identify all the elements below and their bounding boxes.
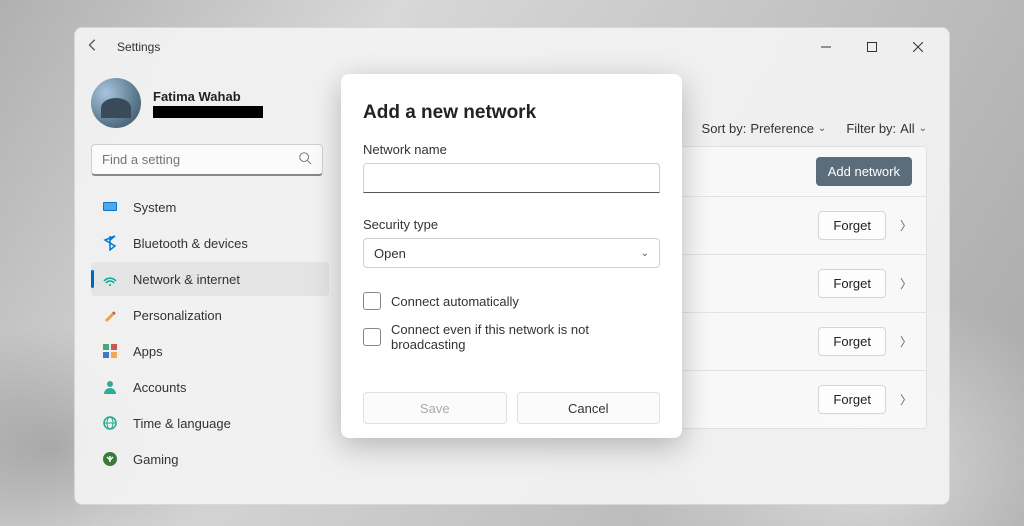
chevron-down-icon: ⌄ (818, 123, 826, 134)
sidebar-item-time[interactable]: Time & language (91, 406, 329, 440)
filter-by-dropdown[interactable]: Filter by: All ⌄ (846, 121, 927, 136)
add-network-button[interactable]: Add network (816, 157, 912, 186)
gaming-icon (101, 450, 119, 468)
accounts-icon (101, 378, 119, 396)
chevron-right-icon[interactable]: 〉 (900, 217, 912, 234)
avatar (91, 78, 141, 128)
dialog-title: Add a new network (363, 102, 660, 124)
dialog-actions: Save Cancel (363, 392, 660, 424)
bluetooth-icon (101, 234, 119, 252)
checkbox-icon (363, 328, 381, 346)
checkbox-label: Connect automatically (391, 294, 519, 309)
nav-label: Accounts (133, 380, 186, 395)
save-button[interactable]: Save (363, 392, 507, 424)
search-input[interactable] (102, 152, 298, 167)
system-icon (101, 198, 119, 216)
add-network-dialog: Add a new network Network name Security … (341, 74, 682, 438)
nav-label: Network & internet (133, 272, 240, 287)
chevron-right-icon[interactable]: 〉 (900, 275, 912, 292)
chevron-down-icon: ⌄ (919, 123, 927, 134)
nav-label: Time & language (133, 416, 231, 431)
network-name-input[interactable] (363, 163, 660, 193)
window-title: Settings (117, 40, 160, 54)
sidebar-item-system[interactable]: System (91, 190, 329, 224)
nav-label: Bluetooth & devices (133, 236, 248, 251)
minimize-button[interactable] (803, 31, 849, 63)
nav-label: Gaming (133, 452, 179, 467)
apps-icon (101, 342, 119, 360)
sort-label: Sort by: (702, 121, 747, 136)
sort-value: Preference (750, 121, 814, 136)
nav-label: Apps (133, 344, 163, 359)
sidebar-item-gaming[interactable]: Gaming (91, 442, 329, 476)
search-box[interactable] (91, 144, 323, 176)
search-icon (298, 151, 312, 168)
back-button[interactable] (83, 38, 103, 57)
sidebar-item-apps[interactable]: Apps (91, 334, 329, 368)
sidebar-item-network[interactable]: Network & internet (91, 262, 329, 296)
sidebar-item-personalization[interactable]: Personalization (91, 298, 329, 332)
sidebar: Fatima Wahab System (75, 66, 335, 504)
titlebar: Settings (75, 28, 949, 66)
profile-name: Fatima Wahab (153, 89, 263, 104)
forget-button[interactable]: Forget (818, 211, 886, 240)
nav-list: System Bluetooth & devices Network & int… (85, 190, 335, 476)
chevron-right-icon[interactable]: 〉 (900, 333, 912, 350)
security-type-label: Security type (363, 217, 660, 232)
profile-text: Fatima Wahab (153, 89, 263, 118)
time-icon (101, 414, 119, 432)
maximize-button[interactable] (849, 31, 895, 63)
connect-hidden-checkbox[interactable]: Connect even if this network is not broa… (363, 322, 660, 352)
forget-button[interactable]: Forget (818, 327, 886, 356)
checkbox-label: Connect even if this network is not broa… (391, 322, 660, 352)
nav-label: Personalization (133, 308, 222, 323)
window-controls (803, 31, 941, 63)
personalization-icon (101, 306, 119, 324)
cancel-button[interactable]: Cancel (517, 392, 661, 424)
security-type-value: Open (374, 246, 406, 261)
network-name-label: Network name (363, 142, 660, 157)
profile-email-redacted (153, 106, 263, 118)
sidebar-item-accounts[interactable]: Accounts (91, 370, 329, 404)
forget-button[interactable]: Forget (818, 385, 886, 414)
close-button[interactable] (895, 31, 941, 63)
chevron-right-icon[interactable]: 〉 (900, 391, 912, 408)
sidebar-item-bluetooth[interactable]: Bluetooth & devices (91, 226, 329, 260)
sort-by-dropdown[interactable]: Sort by: Preference ⌄ (702, 121, 827, 136)
profile-block[interactable]: Fatima Wahab (85, 74, 335, 144)
connect-automatically-checkbox[interactable]: Connect automatically (363, 292, 660, 310)
chevron-down-icon: ⌄ (641, 248, 649, 259)
filter-label: Filter by: (846, 121, 896, 136)
filter-value: All (900, 121, 914, 136)
search-wrap (85, 144, 335, 190)
security-type-select[interactable]: Open ⌄ (363, 238, 660, 268)
network-icon (101, 270, 119, 288)
forget-button[interactable]: Forget (818, 269, 886, 298)
nav-label: System (133, 200, 176, 215)
checkbox-icon (363, 292, 381, 310)
